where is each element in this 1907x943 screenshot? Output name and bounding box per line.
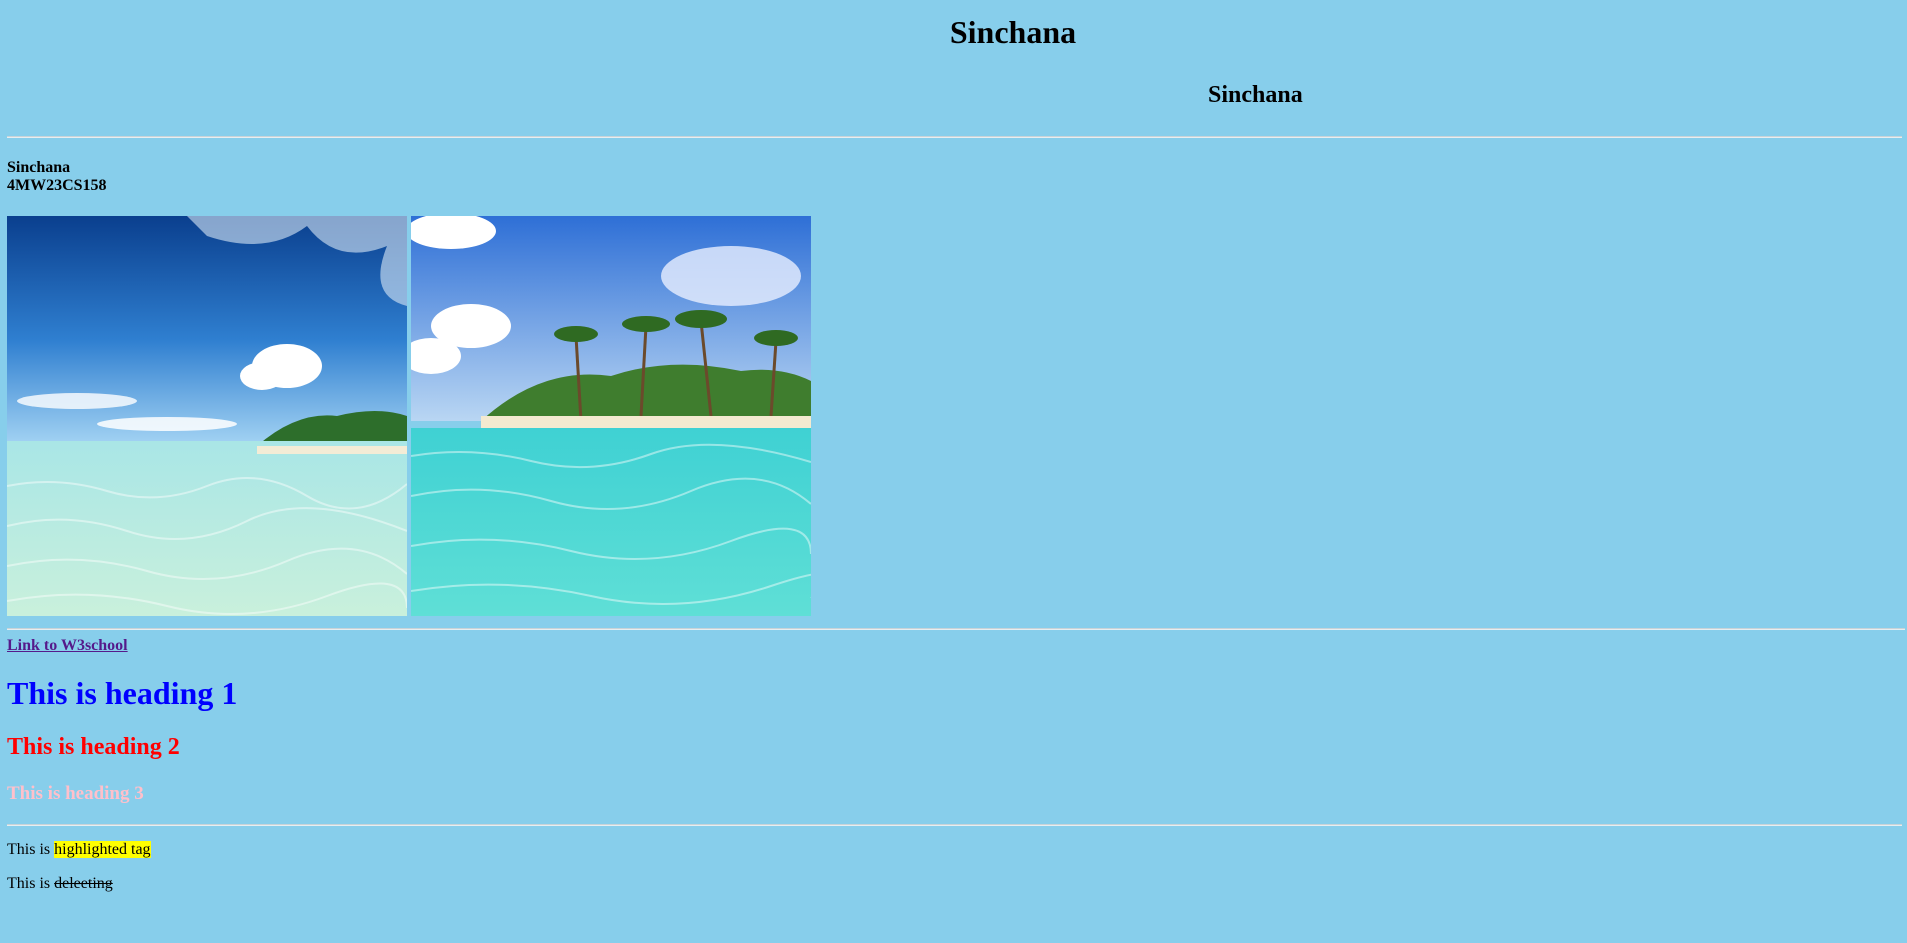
page-title: Sinchana [949,14,1077,50]
student-usn: 4MW23CS158 [7,177,107,194]
divider-1 [7,136,1902,138]
student-info: Sinchana 4MW23CS158 [7,159,107,195]
heading-3: This is heading 3 [7,783,144,804]
w3school-link[interactable]: Link to W3school [7,637,128,655]
student-name: Sinchana [7,159,71,176]
highlighted-text: highlighted tag [54,841,151,858]
heading-1: This is heading 1 [7,675,238,711]
highlight-line: This is highlighted tag [7,841,151,859]
deleted-line: This is deleeting [7,875,113,893]
deleted-text: deleeting [54,875,113,892]
page-subtitle: Sinchana [1208,82,1303,108]
divider-2 [7,628,1905,630]
deleted-line-prefix: This is [7,875,55,892]
heading-2: This is heading 2 [7,734,180,760]
divider-3 [7,824,1902,826]
highlight-line-prefix: This is [7,841,55,858]
beach-image-1 [7,216,407,616]
beach-image-2 [411,216,811,616]
